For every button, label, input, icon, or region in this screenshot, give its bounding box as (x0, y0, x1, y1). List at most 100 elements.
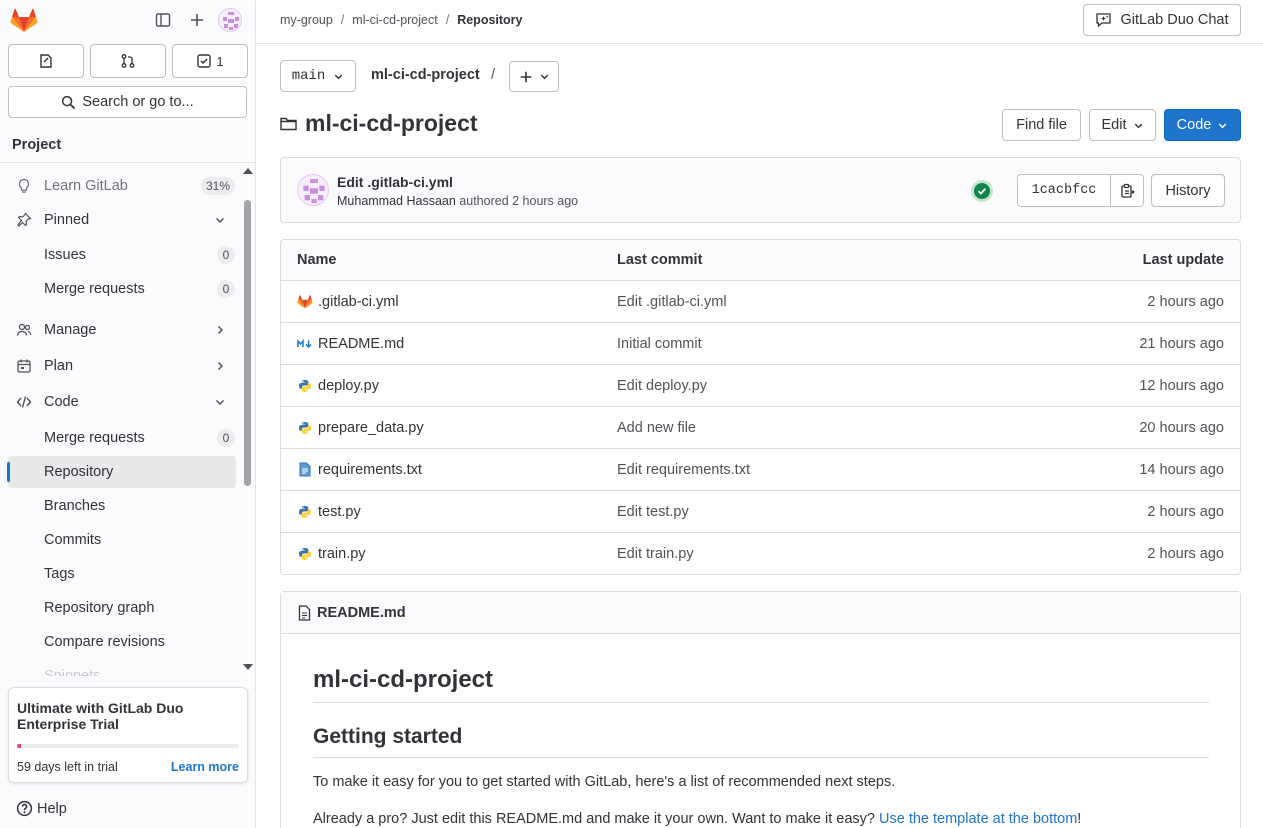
sidebar-item-pinned[interactable]: Pinned (8, 204, 236, 236)
commit-sha-button[interactable]: 1cacbfcc (1017, 174, 1111, 207)
create-new-icon[interactable] (185, 8, 209, 32)
user-avatar[interactable] (218, 8, 242, 32)
repo-path-root[interactable]: ml-ci-cd-project (371, 67, 480, 83)
search-button[interactable]: Search or go to... (8, 86, 247, 118)
sidebar-item-commits[interactable]: Commits (8, 524, 236, 556)
table-row[interactable]: deploy.py Edit deploy.py 12 hours ago (281, 365, 1240, 407)
code-dropdown-button[interactable]: Code (1164, 109, 1241, 141)
file-name-link[interactable]: README.md (297, 336, 404, 352)
sidebar-scrollbar[interactable] (242, 168, 254, 676)
commit-title-link[interactable]: Edit .gitlab-ci.yml (337, 174, 453, 190)
sidebar-item-label: Merge requests (44, 430, 145, 446)
sidebar-item-label: Plan (44, 358, 74, 374)
file-commit-link[interactable]: Add new file (617, 420, 696, 436)
sidebar-item-manage[interactable]: Manage (8, 314, 236, 346)
help-button[interactable]: Help (16, 800, 67, 817)
sidebar-item-code-merge-requests[interactable]: Merge requests 0 (8, 422, 236, 454)
scroll-up-arrow-icon[interactable] (243, 168, 253, 174)
python-icon (297, 378, 313, 394)
scroll-down-arrow-icon[interactable] (243, 664, 253, 670)
find-file-button[interactable]: Find file (1002, 109, 1081, 141)
table-row[interactable]: requirements.txt Edit requirements.txt 1… (281, 449, 1240, 491)
sidebar-item-branches[interactable]: Branches (8, 490, 236, 522)
readme-filename-link[interactable]: README.md (317, 605, 406, 621)
file-name: prepare_data.py (318, 419, 424, 436)
duo-chat-button[interactable]: GitLab Duo Chat (1083, 4, 1241, 36)
author-avatar[interactable] (297, 174, 329, 206)
file-name-link[interactable]: .gitlab-ci.yml (297, 294, 399, 310)
file-commit-link[interactable]: Edit train.py (617, 546, 694, 562)
file-updated: 12 hours ago (1139, 377, 1224, 394)
file-name-link[interactable]: prepare_data.py (297, 420, 424, 436)
table-row[interactable]: README.md Initial commit 21 hours ago (281, 323, 1240, 365)
page-title-text: ml-ci-cd-project (305, 110, 478, 136)
file-commit-link[interactable]: Edit requirements.txt (617, 462, 750, 478)
file-commit-link[interactable]: Initial commit (617, 336, 702, 352)
path-separator: / (491, 67, 496, 83)
sidebar-item-issues[interactable]: Issues 0 (8, 239, 236, 271)
history-button[interactable]: History (1151, 174, 1225, 207)
add-to-tree-button[interactable] (509, 61, 559, 92)
todo-button[interactable]: 1 (172, 44, 248, 78)
todo-count: 1 (216, 53, 224, 69)
template-link[interactable]: Use the template at the bottom (879, 811, 1077, 827)
chevron-down-icon (212, 212, 228, 228)
learn-more-link[interactable]: Learn more (171, 760, 239, 774)
sidebar-item-label: Manage (44, 322, 97, 338)
sidebar-item-code[interactable]: Code (8, 386, 236, 418)
copy-sha-button[interactable] (1111, 174, 1144, 207)
thumbtack-icon (16, 212, 32, 228)
file-name-link[interactable]: requirements.txt (297, 462, 422, 478)
branch-selector[interactable]: main (280, 60, 356, 92)
count-badge: 0 (217, 429, 235, 447)
sidebar-item-label: Commits (44, 532, 102, 548)
assigned-issues-button[interactable] (8, 44, 84, 78)
commit-author-link[interactable]: Muhammad Hassaan (337, 194, 456, 208)
trial-widget[interactable]: Ultimate with GitLab Duo Enterprise Tria… (8, 687, 248, 783)
file-commit-link[interactable]: Edit deploy.py (617, 378, 707, 394)
breadcrumb-current[interactable]: Repository (457, 13, 522, 27)
sidebar-item-compare-revisions[interactable]: Compare revisions (8, 626, 236, 658)
table-row[interactable]: prepare_data.py Add new file 20 hours ag… (281, 407, 1240, 449)
breadcrumb-project[interactable]: ml-ci-cd-project (352, 13, 437, 27)
file-commit-link[interactable]: Edit test.py (617, 504, 689, 520)
sidebar-item-label: Code (44, 394, 79, 410)
sidebar-item-snippets[interactable]: Snippets (8, 660, 236, 676)
sidebar-toggle-icon[interactable] (151, 8, 175, 32)
file-name-link[interactable]: train.py (297, 546, 366, 562)
edit-dropdown-button[interactable]: Edit (1089, 109, 1156, 141)
file-commit-link[interactable]: Edit .gitlab-ci.yml (617, 294, 727, 310)
scrollbar-thumb[interactable] (244, 200, 251, 486)
sidebar-item-repository-graph[interactable]: Repository graph (8, 592, 236, 624)
table-row[interactable]: test.py Edit test.py 2 hours ago (281, 491, 1240, 533)
file-name: test.py (318, 503, 361, 520)
sidebar-item-learn-gitlab[interactable]: Learn GitLab 31% (8, 170, 236, 202)
trial-days-left: 59 days left in trial (17, 760, 118, 774)
sidebar-item-plan[interactable]: Plan (8, 350, 236, 382)
table-row[interactable]: train.py Edit train.py 2 hours ago (281, 533, 1240, 574)
duo-chat-icon (1096, 13, 1112, 28)
chevron-right-icon (212, 358, 228, 374)
gitlab-logo-icon[interactable] (10, 7, 38, 33)
sidebar-item-repository[interactable]: Repository (7, 456, 236, 488)
file-name: README.md (318, 335, 405, 352)
merge-request-icon (121, 54, 135, 68)
help-label: Help (37, 800, 67, 817)
planning-icon (16, 358, 32, 374)
sidebar-item-tags[interactable]: Tags (8, 558, 236, 590)
sidebar-item-label: Compare revisions (44, 634, 165, 650)
sidebar-item-pinned-merge-requests[interactable]: Merge requests 0 (8, 273, 236, 305)
table-row[interactable]: .gitlab-ci.yml Edit .gitlab-ci.yml 2 hou… (281, 281, 1240, 323)
file-name-link[interactable]: deploy.py (297, 378, 379, 394)
todo-icon (197, 54, 212, 68)
merge-requests-button[interactable] (90, 44, 166, 78)
readme-header: README.md (281, 592, 1240, 634)
file-updated: 14 hours ago (1139, 461, 1224, 478)
last-commit-panel: Edit .gitlab-ci.yml Muhammad Hassaan aut… (280, 157, 1241, 223)
file-updated: 21 hours ago (1139, 335, 1224, 352)
breadcrumb-group[interactable]: my-group (280, 13, 333, 27)
readme-panel: README.md ml-ci-cd-project Getting start… (280, 591, 1241, 828)
readme-heading-2: Getting started (313, 725, 1209, 758)
pipeline-status-success-icon[interactable] (971, 180, 993, 202)
file-name-link[interactable]: test.py (297, 504, 361, 520)
